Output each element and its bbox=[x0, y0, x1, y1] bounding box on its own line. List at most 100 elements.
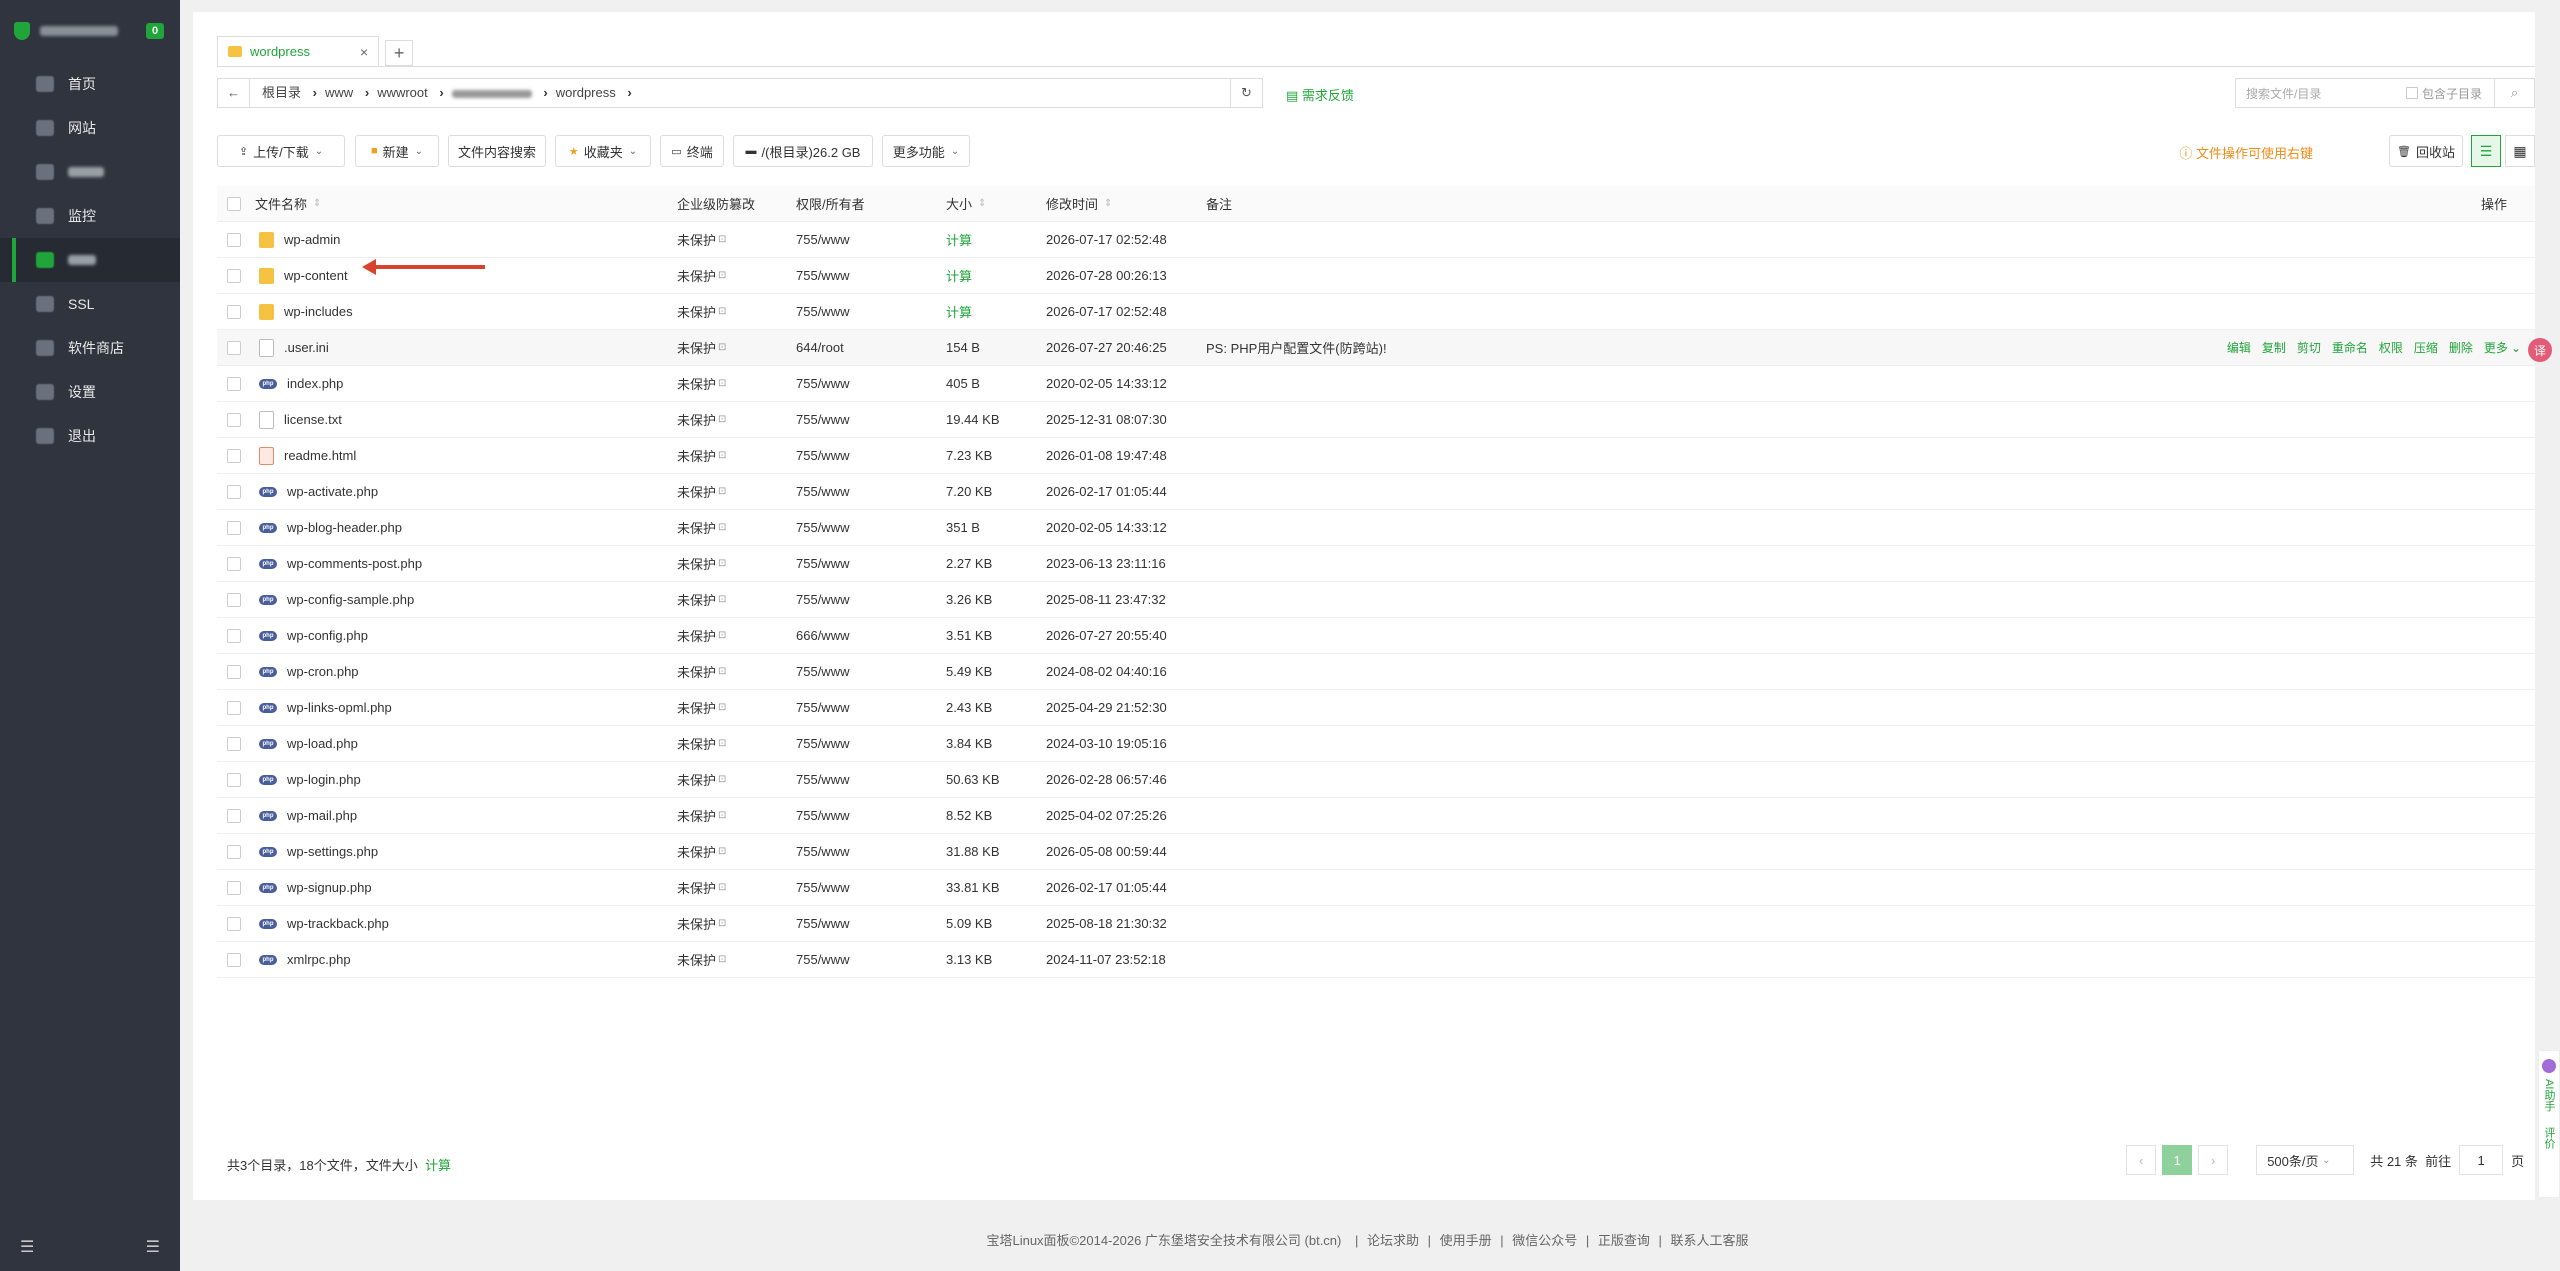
terminal-button[interactable]: ▭ 终端 bbox=[660, 135, 724, 167]
table-row[interactable]: php xmlrpc.php 未保护 ⊡ 755/www 3.13 KB 2024-11-0… bbox=[217, 942, 2535, 978]
table-row[interactable]: php wp-trackback.php 未保护 ⊡ 755/www 5.09 KB 202… bbox=[217, 906, 2535, 942]
protect-cell[interactable]: 未保护 ⊡ bbox=[677, 690, 726, 725]
table-row[interactable]: wp-includes 未保护 ⊡ 755/www 计算 2026-07-17 02:52… bbox=[217, 294, 2535, 330]
header-size[interactable]: 大小 ⇕ bbox=[946, 186, 986, 221]
perm-cell[interactable]: 755/www bbox=[796, 510, 849, 545]
perm-cell[interactable]: 755/www bbox=[796, 582, 849, 617]
file-name[interactable]: wp-trackback.php bbox=[287, 916, 389, 931]
row-checkbox[interactable] bbox=[227, 438, 241, 473]
row-checkbox[interactable] bbox=[227, 834, 241, 869]
file-name[interactable]: wp-config.php bbox=[287, 628, 368, 643]
protect-cell[interactable]: 未保护 ⊡ bbox=[677, 798, 726, 833]
tab-wordpress[interactable]: wordpress × bbox=[217, 36, 380, 66]
file-name-cell[interactable]: readme.html bbox=[259, 438, 356, 473]
table-row[interactable]: license.txt 未保护 ⊡ 755/www 19.44 KB 2025-12-31… bbox=[217, 402, 2535, 438]
row-action-3[interactable]: 重命名 bbox=[2332, 339, 2368, 356]
search-icon[interactable]: ⌕ bbox=[2494, 79, 2534, 107]
perm-cell[interactable]: 755/www bbox=[796, 366, 849, 401]
protect-cell[interactable]: 未保护 ⊡ bbox=[677, 258, 726, 293]
table-row[interactable]: wp-content 未保护 ⊡ 755/www 计算 2026-07-28 00:26:… bbox=[217, 258, 2535, 294]
file-name-cell[interactable]: php wp-links-opml.php bbox=[259, 690, 392, 725]
include-subdir-checkbox[interactable] bbox=[2406, 87, 2418, 99]
favorites-button[interactable]: ★ 收藏夹 ⌄ bbox=[555, 135, 651, 167]
sidebar-item-3[interactable]: 监控 bbox=[0, 194, 180, 238]
file-name[interactable]: wp-cron.php bbox=[287, 664, 359, 679]
file-name-cell[interactable]: php wp-trackback.php bbox=[259, 906, 389, 941]
file-name-cell[interactable]: php wp-signup.php bbox=[259, 870, 372, 905]
sidebar-item-0[interactable]: 首页 bbox=[0, 62, 180, 106]
goto-page-input[interactable]: 1 bbox=[2459, 1145, 2504, 1175]
protect-cell[interactable]: 未保护 ⊡ bbox=[677, 618, 726, 653]
row-checkbox[interactable] bbox=[227, 330, 241, 365]
perm-cell[interactable]: 755/www bbox=[796, 762, 849, 797]
row-checkbox[interactable] bbox=[227, 366, 241, 401]
page-1-button[interactable]: 1 bbox=[2162, 1145, 2193, 1175]
file-name-cell[interactable]: php wp-load.php bbox=[259, 726, 358, 761]
row-checkbox[interactable] bbox=[227, 222, 241, 257]
new-button[interactable]: ■ 新建 ⌄ bbox=[355, 135, 439, 167]
row-action-6[interactable]: 删除 bbox=[2449, 339, 2473, 356]
row-action-2[interactable]: 剪切 bbox=[2297, 339, 2321, 356]
protect-cell[interactable]: 未保护 ⊡ bbox=[677, 330, 726, 365]
file-name[interactable]: wp-admin bbox=[284, 232, 340, 247]
file-name-cell[interactable]: php wp-blog-header.php bbox=[259, 510, 402, 545]
close-icon[interactable]: × bbox=[360, 44, 368, 60]
row-action-0[interactable]: 编辑 bbox=[2227, 339, 2251, 356]
row-checkbox[interactable] bbox=[227, 654, 241, 689]
protect-cell[interactable]: 未保护 ⊡ bbox=[677, 834, 726, 869]
perm-cell[interactable]: 666/www bbox=[796, 618, 849, 653]
table-row[interactable]: .user.ini 未保护 ⊡ 644/root 154 B 2026-07-27 20:… bbox=[217, 330, 2535, 366]
file-name[interactable]: wp-blog-header.php bbox=[287, 520, 402, 535]
footer-link[interactable]: 正版查询 bbox=[1598, 1233, 1650, 1248]
table-row[interactable]: php wp-settings.php 未保护 ⊡ 755/www 31.88 KB 202… bbox=[217, 834, 2535, 870]
table-row[interactable]: php wp-login.php 未保护 ⊡ 755/www 50.63 KB 2026-0… bbox=[217, 762, 2535, 798]
sidebar-item-1[interactable]: 网站 bbox=[0, 106, 180, 150]
perm-cell[interactable]: 755/www bbox=[796, 834, 849, 869]
perm-cell[interactable]: 755/www bbox=[796, 690, 849, 725]
file-name[interactable]: wp-includes bbox=[284, 304, 353, 319]
file-name[interactable]: xmlrpc.php bbox=[287, 952, 351, 967]
footer-link[interactable]: 微信公众号 bbox=[1512, 1233, 1577, 1248]
file-name-cell[interactable]: .user.ini bbox=[259, 330, 329, 365]
protect-cell[interactable]: 未保护 ⊡ bbox=[677, 654, 726, 689]
file-name[interactable]: wp-login.php bbox=[287, 772, 361, 787]
perm-cell[interactable]: 755/www bbox=[796, 906, 849, 941]
rate-label[interactable]: 评价 bbox=[2541, 1127, 2557, 1149]
file-name[interactable]: readme.html bbox=[284, 448, 356, 463]
protect-cell[interactable]: 未保护 ⊡ bbox=[677, 726, 726, 761]
row-checkbox[interactable] bbox=[227, 294, 241, 329]
row-checkbox[interactable] bbox=[227, 582, 241, 617]
file-name-cell[interactable]: php index.php bbox=[259, 366, 343, 401]
footer-link[interactable]: 论坛求助 bbox=[1367, 1233, 1419, 1248]
table-row[interactable]: php wp-comments-post.php 未保护 ⊡ 755/www 2.27 K… bbox=[217, 546, 2535, 582]
notification-badge[interactable]: 0 bbox=[146, 23, 165, 39]
row-checkbox[interactable] bbox=[227, 942, 241, 977]
perm-cell[interactable]: 755/www bbox=[796, 870, 849, 905]
sidebar-item-2[interactable] bbox=[0, 150, 180, 194]
sidebar-item-5[interactable]: SSL bbox=[0, 282, 180, 326]
table-row[interactable]: php wp-config-sample.php 未保护 ⊡ 755/www 3.26 K… bbox=[217, 582, 2535, 618]
table-row[interactable]: php index.php 未保护 ⊡ 755/www 405 B 2020-02-05 1… bbox=[217, 366, 2535, 402]
file-name-cell[interactable]: php wp-config.php bbox=[259, 618, 368, 653]
footer-link[interactable]: 使用手册 bbox=[1440, 1233, 1492, 1248]
file-name[interactable]: index.php bbox=[287, 376, 343, 391]
select-all-checkbox[interactable] bbox=[227, 186, 241, 221]
header-name[interactable]: 文件名称 ⇕ bbox=[255, 186, 321, 221]
table-row[interactable]: php wp-load.php 未保护 ⊡ 755/www 3.84 KB 2024-03-… bbox=[217, 726, 2535, 762]
file-name[interactable]: license.txt bbox=[284, 412, 342, 427]
row-checkbox[interactable] bbox=[227, 762, 241, 797]
table-row[interactable]: php wp-config.php 未保护 ⊡ 666/www 3.51 KB 2026-0… bbox=[217, 618, 2535, 654]
file-name[interactable]: wp-mail.php bbox=[287, 808, 357, 823]
header-mtime[interactable]: 修改时间 ⇕ bbox=[1046, 186, 1112, 221]
protect-cell[interactable]: 未保护 ⊡ bbox=[677, 510, 726, 545]
file-name-cell[interactable]: wp-content bbox=[259, 258, 348, 293]
file-name-cell[interactable]: php wp-settings.php bbox=[259, 834, 378, 869]
row-checkbox[interactable] bbox=[227, 402, 241, 437]
protect-cell[interactable]: 未保护 ⊡ bbox=[677, 546, 726, 581]
footer-link[interactable]: 联系人工客服 bbox=[1671, 1233, 1749, 1248]
file-name-cell[interactable]: wp-includes bbox=[259, 294, 353, 329]
protect-cell[interactable]: 未保护 ⊡ bbox=[677, 762, 726, 797]
ai-assistant-panel[interactable]: AI助手 评价 bbox=[2538, 1050, 2560, 1198]
table-row[interactable]: php wp-links-opml.php 未保护 ⊡ 755/www 2.43 KB 20… bbox=[217, 690, 2535, 726]
perm-cell[interactable]: 644/root bbox=[796, 330, 844, 365]
